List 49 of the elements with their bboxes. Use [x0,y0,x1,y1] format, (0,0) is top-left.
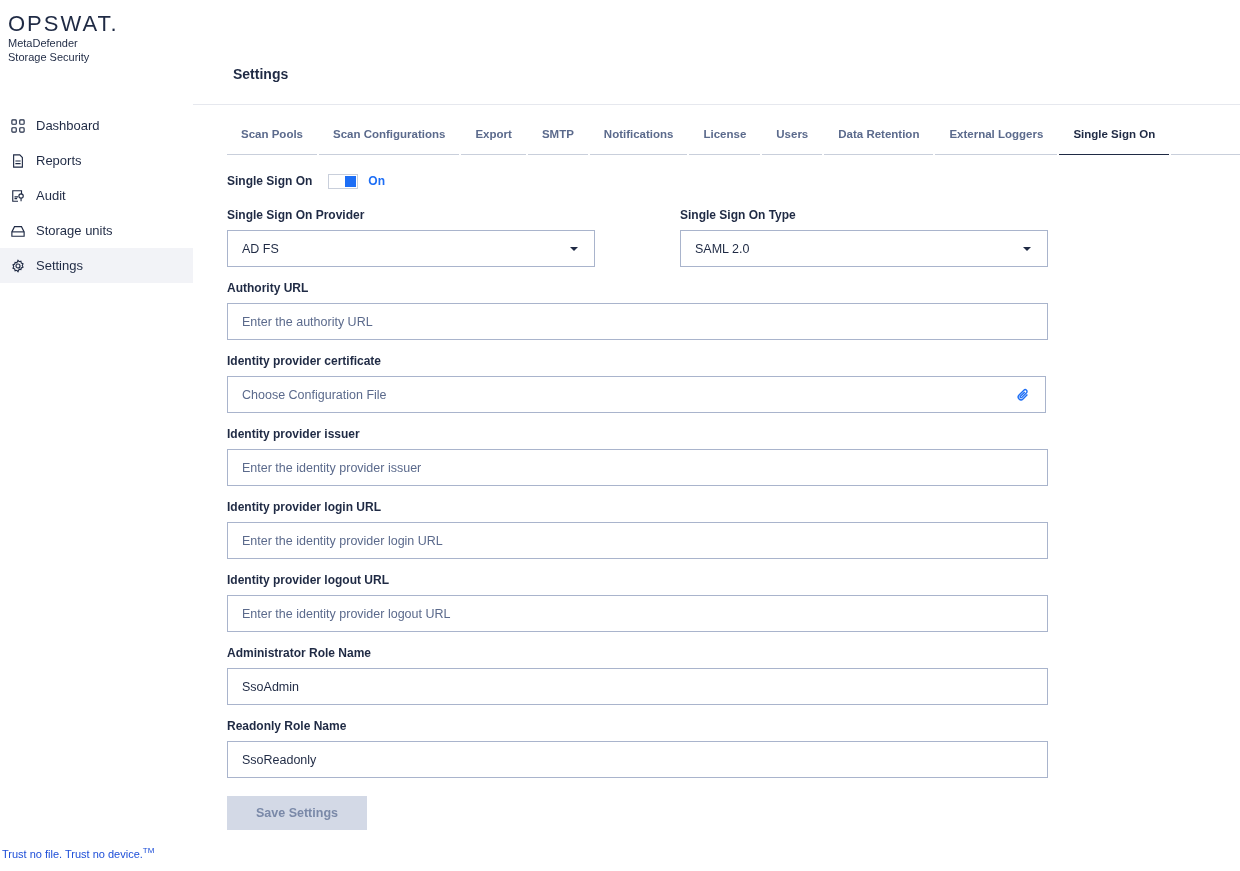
field-label: Identity provider certificate [227,354,383,368]
input-field[interactable]: Enter the authority URL [227,303,1048,340]
field-label: Authority URL [227,281,310,295]
product-name: MetaDefender [8,36,79,50]
field-label: Identity provider issuer [227,427,361,441]
tagline-link[interactable]: Trust no file. Trust no device.$^{TM}$ [2,846,155,860]
tab[interactable]: Data Retention [824,122,934,155]
document-icon [11,153,25,168]
tab[interactable]: Scan Configurations [319,122,460,155]
caret-icon [570,246,578,251]
field-label: Identity provider login URL [227,500,382,514]
tab[interactable]: Export [461,122,526,155]
page-title: Settings [233,66,289,82]
sidebar-item[interactable]: Settings [0,248,193,283]
input-field[interactable]: Enter the identity provider issuer [227,449,1048,486]
field-label: Single Sign On [227,174,313,188]
settings-icon [11,258,25,273]
brand-logo: OPSWAT. [8,12,120,36]
input-field[interactable]: Enter the identity provider login URL [227,522,1048,559]
tab[interactable]: SMTP [527,122,588,155]
field-label: Single Sign On Type [680,208,797,222]
tab[interactable]: External Loggers [935,122,1058,155]
tab[interactable]: Single Sign On [1059,122,1170,155]
sidebar-item[interactable]: Audit [0,178,193,213]
sidebar-item[interactable]: Dashboard [0,108,193,143]
file-picker[interactable]: Choose Configuration File [227,376,1046,413]
tab[interactable]: Notifications [589,122,688,155]
caret-icon [1023,246,1031,251]
sidebar-item[interactable]: Reports [0,143,193,178]
paperclip-icon[interactable] [1016,387,1030,402]
dropdown[interactable]: SAML 2.0 [680,230,1048,267]
tab[interactable]: Scan Pools [227,122,317,155]
tab[interactable]: Users [762,122,823,155]
sidebar-item[interactable]: Storage units [0,213,193,248]
input-field[interactable]: Enter the identity provider logout URL [227,595,1048,632]
grid-icon [11,118,25,133]
dropdown[interactable]: AD FS [227,230,595,267]
field-label: Single Sign On Provider [227,208,366,222]
field-label: Readonly Role Name [227,719,348,733]
input-field[interactable]: SsoAdmin [227,668,1048,705]
document-search-icon [11,188,25,203]
tab[interactable]: License [689,122,761,155]
field-label: Identity provider logout URL [227,573,390,587]
field-label: Administrator Role Name [227,646,373,660]
input-field[interactable]: SsoReadonly [227,741,1048,778]
drive-icon [11,223,25,238]
toggle-switch[interactable] [328,173,359,189]
product-subtitle: Storage Security [8,50,91,64]
toggle-state: On [368,174,385,188]
